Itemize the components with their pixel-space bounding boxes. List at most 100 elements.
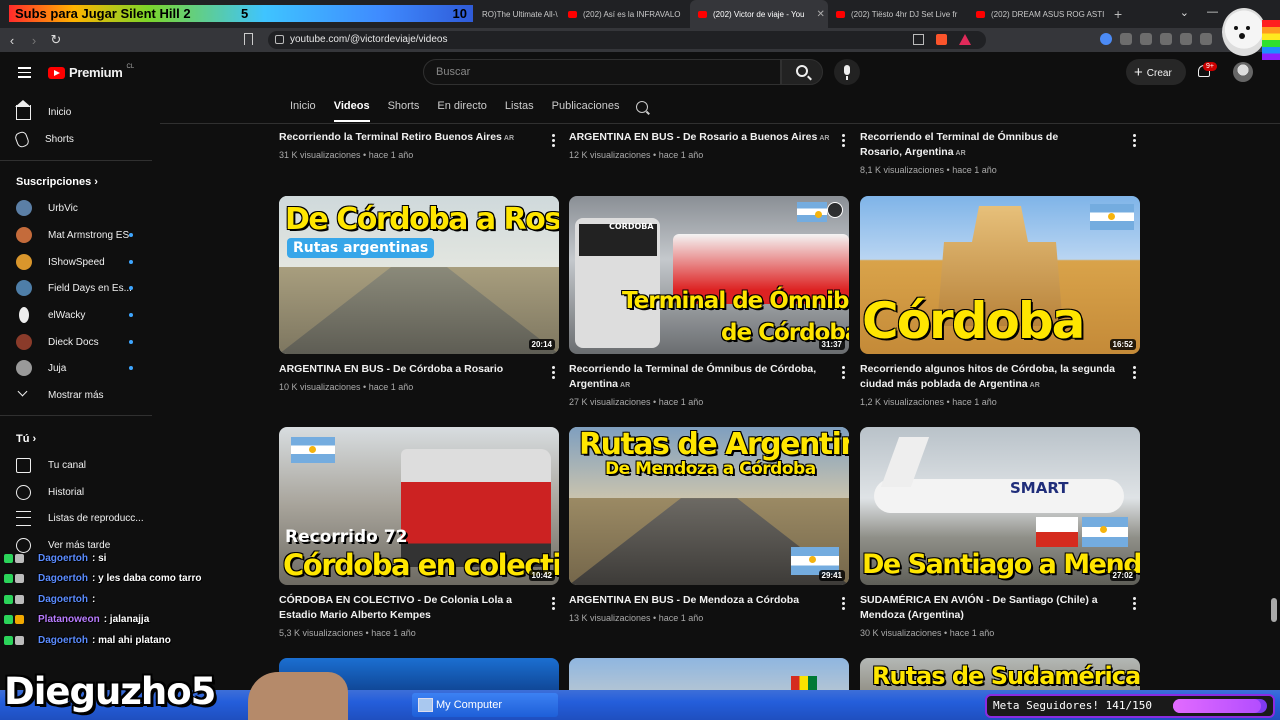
- sidebar-item-shorts[interactable]: Shorts: [13, 129, 74, 149]
- video-title[interactable]: ARGENTINA EN BUS - De Rosario a Buenos A…: [569, 130, 831, 146]
- video-card[interactable]: Rutas de Argentina De Mendoza a Córdoba …: [569, 427, 849, 625]
- tab-search-icon[interactable]: ⌄: [1180, 6, 1189, 19]
- reload-icon[interactable]: ↻: [46, 32, 66, 48]
- extension-icon[interactable]: [1120, 33, 1132, 45]
- extension-icon[interactable]: [1100, 33, 1112, 45]
- video-title[interactable]: ARGENTINA EN BUS - De Mendoza a Córdoba: [569, 593, 831, 609]
- channel-avatar: [16, 280, 32, 296]
- create-label: Crear: [1146, 68, 1172, 79]
- video-card[interactable]: Recorriendo la Terminal Retiro Buenos Ai…: [279, 123, 559, 162]
- voice-search-button[interactable]: [834, 59, 860, 85]
- video-title[interactable]: Recorriendo la Terminal Retiro Buenos Ai…: [279, 130, 541, 146]
- search-button[interactable]: [781, 59, 823, 85]
- more-options-icon[interactable]: [842, 134, 845, 149]
- browser-tab[interactable]: RO)The Ultimate All-\: [474, 0, 560, 28]
- taskbar-window-button[interactable]: My Computer: [412, 693, 558, 717]
- tab-publicaciones[interactable]: Publicaciones: [552, 100, 620, 122]
- more-options-icon[interactable]: [552, 597, 555, 612]
- account-avatar[interactable]: [1233, 62, 1253, 82]
- create-button[interactable]: + Crear: [1126, 59, 1186, 85]
- video-card[interactable]: Córdoba 16:52 Recorriendo algunos hitos …: [860, 196, 1140, 409]
- video-thumbnail[interactable]: Córdoba 16:52: [860, 196, 1140, 354]
- chat-text: : si: [92, 552, 107, 564]
- cast-icon[interactable]: [913, 34, 924, 45]
- chat-text: : mal ahi platano: [92, 634, 171, 646]
- site-info-icon[interactable]: [275, 35, 284, 44]
- bookmark-icon[interactable]: [244, 33, 253, 45]
- subscriptions-heading[interactable]: Suscripciones ›: [16, 176, 98, 188]
- sidebar-item-tu-canal[interactable]: Tu canal: [16, 455, 86, 475]
- more-options-icon[interactable]: [842, 366, 845, 381]
- url-field[interactable]: youtube.com/@victordeviaje/videos: [268, 31, 986, 49]
- brave-shield-icon[interactable]: [936, 34, 947, 45]
- more-options-icon[interactable]: [1133, 366, 1136, 381]
- new-tab-button[interactable]: +: [1114, 6, 1122, 22]
- sidebar-toggle-icon[interactable]: [1180, 33, 1192, 45]
- tab-videos[interactable]: Videos: [333, 100, 370, 122]
- browser-tab[interactable]: (202) Así es la INFRAVALO: [560, 0, 690, 28]
- sidebar-item-inicio[interactable]: Inicio: [15, 99, 72, 122]
- video-card[interactable]: SMART De Santiago a Mendoza 27:02 SUDAMÉ…: [860, 427, 1140, 640]
- video-title[interactable]: SUDAMÉRICA EN AVIÓN - De Santiago (Chile…: [860, 593, 1122, 624]
- sidebar-item-subscription[interactable]: Field Days en Es...: [16, 278, 133, 298]
- sidebar-item-subscription[interactable]: elWacky: [16, 305, 133, 325]
- browser-tab[interactable]: (202) DREAM ASUS ROG ASTI: [968, 0, 1108, 28]
- video-title[interactable]: Recorriendo algunos hitos de Córdoba, la…: [860, 362, 1122, 393]
- search-input[interactable]: Buscar: [423, 59, 781, 85]
- more-options-icon[interactable]: [1133, 134, 1136, 149]
- video-thumbnail[interactable]: Recorrido 72 Córdoba en colectivo 10:42: [279, 427, 559, 585]
- video-thumbnail[interactable]: De Córdoba a Rosario Rutas argentinas 20…: [279, 196, 559, 354]
- tab-inicio[interactable]: Inicio: [290, 100, 316, 122]
- video-title[interactable]: ARGENTINA EN BUS - De Córdoba a Rosario: [279, 362, 541, 378]
- more-options-icon[interactable]: [552, 134, 555, 149]
- sidebar-item-subscription[interactable]: IShowSpeed: [16, 252, 133, 272]
- video-title[interactable]: Recorriendo la Terminal de Ómnibus de Có…: [569, 362, 831, 393]
- menu-icon[interactable]: [18, 67, 31, 81]
- sidebar-item-historial[interactable]: Historial: [16, 482, 84, 502]
- search-icon: [796, 65, 808, 77]
- watch-later-icon[interactable]: [827, 202, 843, 218]
- video-card[interactable]: De Córdoba a Rosario Rutas argentinas 20…: [279, 196, 559, 394]
- tab-en-directo[interactable]: En directo: [437, 100, 487, 122]
- subs-goal-current: 5: [241, 6, 249, 21]
- video-card[interactable]: Recorriendo el Terminal de Ómnibus de Ro…: [860, 123, 1140, 177]
- close-tab-icon[interactable]: ✕: [816, 9, 824, 20]
- video-thumbnail[interactable]: Rutas de Argentina De Mendoza a Córdoba …: [569, 427, 849, 585]
- tab-shorts[interactable]: Shorts: [388, 100, 420, 122]
- video-title[interactable]: Recorriendo el Terminal de Ómnibus de Ro…: [860, 130, 1100, 161]
- extension-icon[interactable]: [1160, 33, 1172, 45]
- youtube-premium-logo[interactable]: Premium CL: [48, 64, 134, 80]
- more-options-icon[interactable]: [1133, 597, 1136, 612]
- video-thumbnail[interactable]: SMART De Santiago a Mendoza 27:02: [860, 427, 1140, 585]
- forward-icon[interactable]: ›: [24, 33, 44, 48]
- puzzle-icon[interactable]: [1140, 33, 1152, 45]
- browser-tab[interactable]: (202) Tiësto 4hr DJ Set Live fr: [828, 0, 968, 28]
- sidebar-item-label: Inicio: [48, 106, 72, 118]
- sidebar-item-subscription[interactable]: Mat Armstrong ES: [16, 225, 133, 245]
- video-card[interactable]: CORDOBA Terminal de Ómnibus de Córdoba 3…: [569, 196, 849, 409]
- playlists-icon: [16, 510, 31, 526]
- thumbnail-text: Córdoba: [862, 292, 1085, 350]
- sidebar-item-listas[interactable]: Listas de reproducc...: [16, 508, 144, 528]
- back-icon[interactable]: ‹: [2, 33, 22, 48]
- brave-rewards-icon[interactable]: [959, 34, 971, 45]
- video-title[interactable]: CÓRDOBA EN COLECTIVO - De Colonia Lola a…: [279, 593, 541, 624]
- you-heading[interactable]: Tú ›: [16, 433, 36, 445]
- chat-message: Dagoertoh: mal ahi platano: [4, 630, 264, 651]
- minimize-icon[interactable]: —: [1207, 6, 1218, 19]
- more-options-icon[interactable]: [552, 366, 555, 381]
- more-options-icon[interactable]: [842, 597, 845, 612]
- browser-tab-active[interactable]: (202) Victor de viaje - You ✕: [690, 0, 828, 28]
- taskbar-window-label: My Computer: [436, 699, 503, 711]
- tab-listas[interactable]: Listas: [505, 100, 534, 122]
- sidebar-item-subscription[interactable]: UrbVic: [16, 198, 78, 218]
- sidebar-item-subscription[interactable]: Juja: [16, 358, 133, 378]
- sidebar-item-subscription[interactable]: Dieck Docs: [16, 332, 133, 352]
- show-more-button[interactable]: Mostrar más: [16, 385, 104, 405]
- video-card[interactable]: Recorrido 72 Córdoba en colectivo 10:42 …: [279, 427, 559, 640]
- channel-search-icon[interactable]: [636, 101, 648, 113]
- video-thumbnail[interactable]: CORDOBA Terminal de Ómnibus de Córdoba 3…: [569, 196, 849, 354]
- video-card[interactable]: ARGENTINA EN BUS - De Rosario a Buenos A…: [569, 123, 849, 162]
- wallet-icon[interactable]: [1200, 33, 1212, 45]
- scrollbar-thumb[interactable]: [1271, 598, 1277, 622]
